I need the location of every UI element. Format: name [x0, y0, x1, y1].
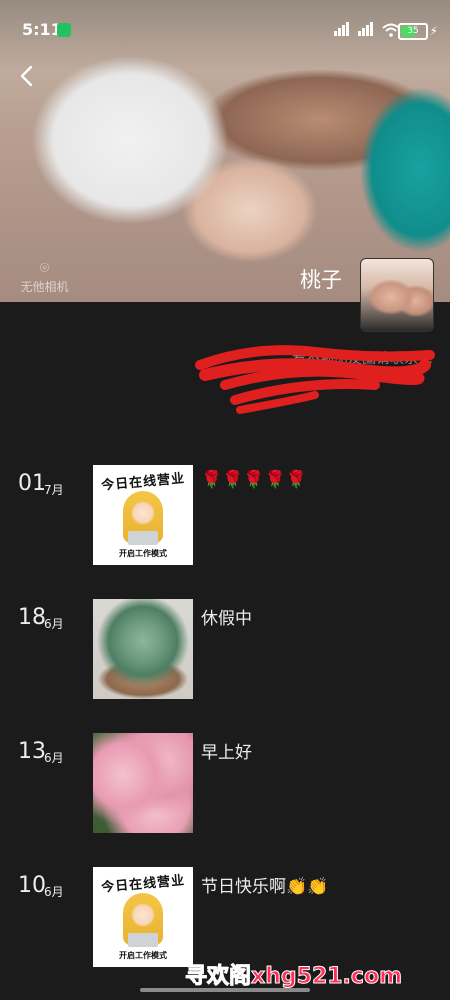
post-text: 休假中: [201, 609, 252, 629]
camera-watermark-text: 无他相机: [20, 280, 69, 294]
post-thumbnail[interactable]: 今日在线营业 开启工作模式: [93, 867, 193, 967]
list-item[interactable]: 01 7月 今日在线营业 开启工作模式 🌹🌹🌹🌹🌹: [0, 465, 450, 575]
red-scribble-redaction: [195, 345, 435, 414]
wechat-notification-icon: [57, 23, 71, 37]
avatar[interactable]: [360, 258, 434, 332]
profile-name: 桃子: [300, 268, 342, 292]
battery-icon: 35: [398, 23, 428, 40]
post-month: 7月: [44, 483, 64, 497]
post-month: 6月: [44, 617, 64, 631]
post-month: 6月: [44, 751, 64, 765]
camera-watermark: ⌾ 无他相机: [12, 258, 77, 295]
status-time: 5:11: [22, 20, 62, 39]
chevron-left-icon: [20, 65, 33, 87]
laptop-icon: [128, 933, 158, 947]
list-item[interactable]: 18 6月 休假中: [0, 599, 450, 709]
laptop-icon: [128, 531, 158, 545]
post-day: 18: [18, 605, 46, 630]
post-text: 节日快乐啊👏👏: [201, 877, 329, 897]
battery-level: 35: [407, 26, 419, 36]
post-text: 早上好: [201, 743, 252, 763]
pink-flowers-photo[interactable]: [93, 733, 193, 833]
site-watermark: 寻欢阁xhg521.com: [185, 964, 403, 990]
moments-profile-page: 5:11 35 ⚡ ⌾ 无他相机 桃子 看不到朋友圈请联系我 01 7月 今日在…: [0, 0, 450, 1000]
thumbnail-subtitle: 开启工作模式: [119, 549, 167, 558]
succulent-photo[interactable]: [93, 599, 193, 699]
thumbnail-subtitle: 开启工作模式: [119, 951, 167, 960]
hd-signal-icon: [334, 22, 352, 36]
post-thumbnail[interactable]: 今日在线营业 开启工作模式: [93, 465, 193, 565]
status-bar: 5:11 35 ⚡: [0, 0, 450, 40]
cellular-signal-icon: [358, 22, 376, 36]
signal-icons: [334, 22, 400, 37]
post-month: 6月: [44, 885, 64, 899]
list-item[interactable]: 13 6月 早上好: [0, 733, 450, 843]
post-text: 🌹🌹🌹🌹🌹: [201, 470, 307, 490]
cover-photo[interactable]: [0, 0, 450, 302]
camera-icon: ⌾: [39, 258, 50, 277]
charging-icon: ⚡: [429, 24, 438, 38]
post-day: 10: [18, 873, 46, 898]
post-day: 13: [18, 739, 46, 764]
post-day: 01: [18, 471, 46, 496]
back-button[interactable]: [14, 62, 42, 90]
